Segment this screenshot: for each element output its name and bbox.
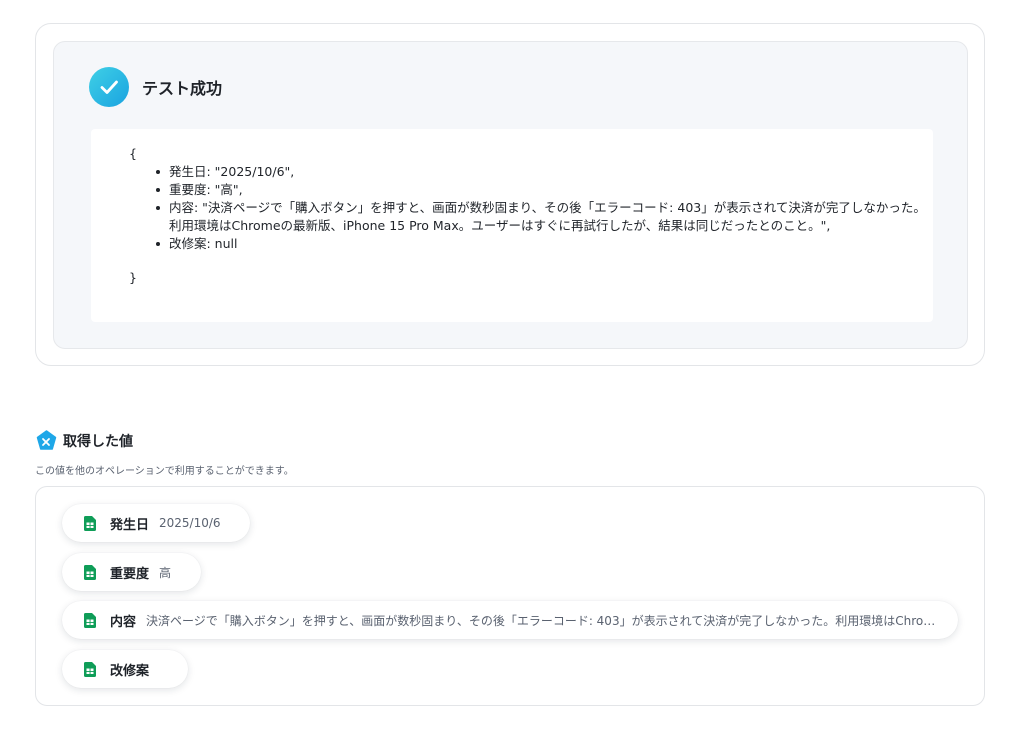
json-field: 重要度: "高", xyxy=(156,181,926,199)
json-output: { 発生日: "2025/10/6", 重要度: "高", 内容: "決済ページ… xyxy=(91,129,933,322)
section-title: 取得した値 xyxy=(63,433,133,450)
json-field-continuation: 利用環境はChromeの最新版、iPhone 15 Pro Max。ユーザーはす… xyxy=(169,218,831,233)
value-chip-value: 2025/10/6 xyxy=(159,516,221,530)
google-sheets-icon xyxy=(84,515,96,531)
json-field: 内容: "決済ページで「購入ボタン」を押すと、画面が数秒固まり、その後「エラーコ… xyxy=(156,200,926,233)
google-sheets-icon xyxy=(84,564,96,580)
variable-badge-icon xyxy=(36,430,57,450)
value-chip[interactable]: 重要度 高 xyxy=(62,553,201,591)
value-chip[interactable]: 改修案 xyxy=(62,650,188,688)
value-chip-value: 高 xyxy=(159,565,172,580)
google-sheets-icon xyxy=(84,661,96,677)
close-brace: } xyxy=(129,270,137,285)
value-chip-label: 重要度 xyxy=(110,566,150,582)
value-chip[interactable]: 内容 決済ページで「購入ボタン」を押すと、画面が数秒固まり、その後「エラーコード… xyxy=(62,601,958,639)
value-chip-label: 内容 xyxy=(110,614,137,630)
value-chip-value: 決済ページで「購入ボタン」を押すと、画面が数秒固まり、その後「エラーコード: 4… xyxy=(146,613,940,628)
acquired-values-list: 発生日 2025/10/6 重要度 高 内容 決済ページで「購入ボタン」を押すと… xyxy=(35,486,985,706)
json-field-list: 発生日: "2025/10/6", 重要度: "高", 内容: "決済ページで「… xyxy=(129,163,926,253)
open-brace: { xyxy=(129,146,137,161)
section-description: この値を他のオペレーションで利用することができます。 xyxy=(35,466,294,477)
json-text: { 発生日: "2025/10/6", 重要度: "高", 内容: "決済ページ… xyxy=(129,145,926,287)
check-circle-icon xyxy=(89,67,129,107)
test-result-panel: テスト成功 { 発生日: "2025/10/6", 重要度: "高", 内容: … xyxy=(53,41,968,349)
value-chip[interactable]: 発生日 2025/10/6 xyxy=(62,504,250,542)
section-header: 取得した値 xyxy=(36,430,133,451)
success-header: テスト成功 xyxy=(89,67,222,107)
test-result-card: テスト成功 { 発生日: "2025/10/6", 重要度: "高", 内容: … xyxy=(35,23,985,366)
json-field: 改修案: null xyxy=(156,235,926,253)
success-title: テスト成功 xyxy=(142,79,223,98)
value-chip-label: 改修案 xyxy=(110,663,150,679)
google-sheets-icon xyxy=(84,612,96,628)
json-field: 発生日: "2025/10/6", xyxy=(156,163,926,181)
value-chip-label: 発生日 xyxy=(110,517,150,533)
